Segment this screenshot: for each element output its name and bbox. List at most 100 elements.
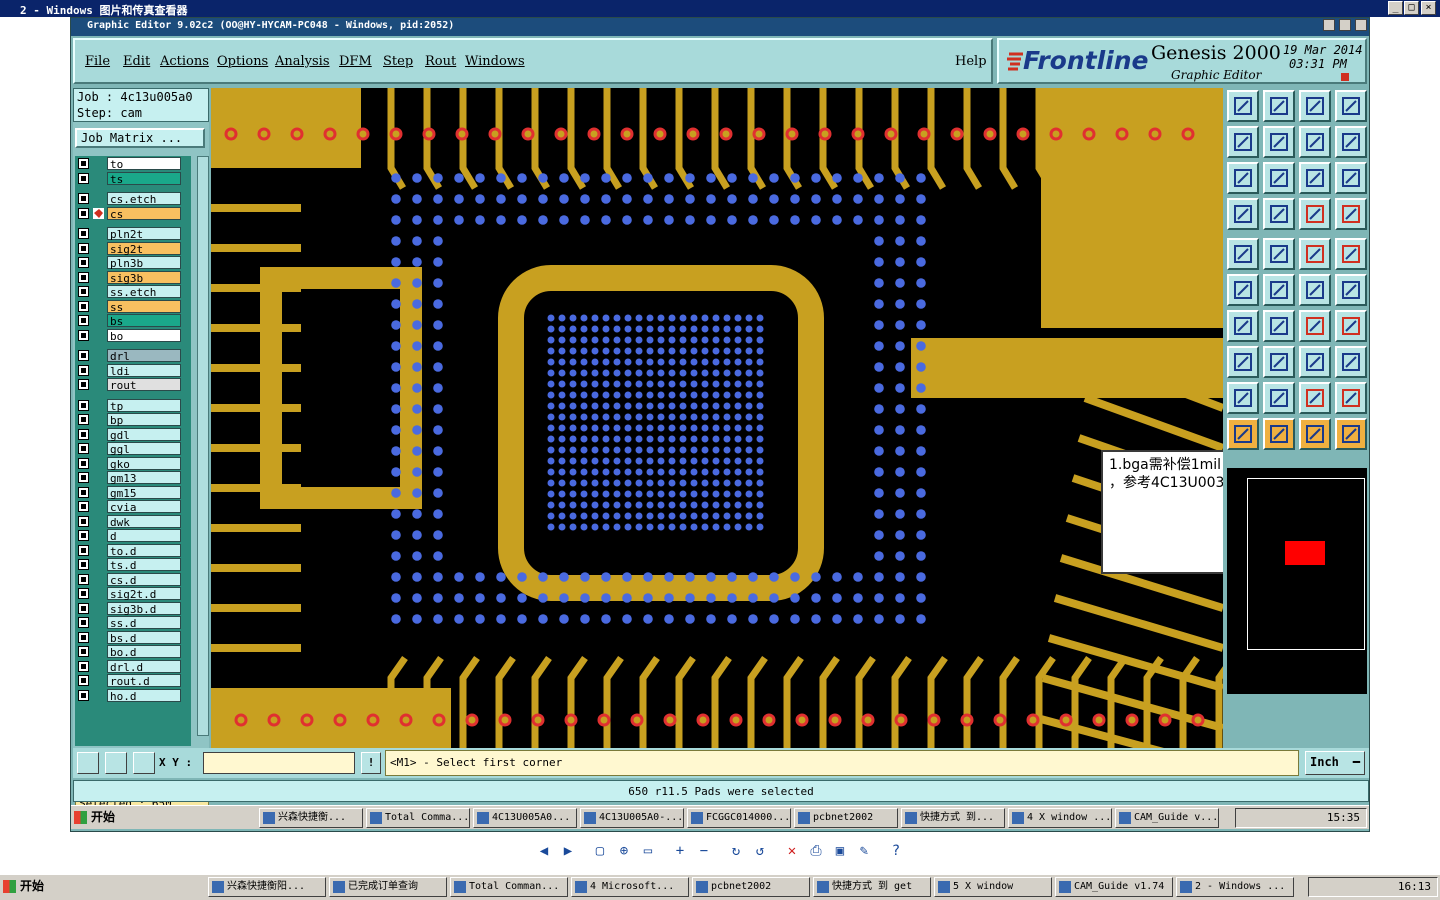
taskbar-item[interactable]: FCGGC014000... [687,808,791,828]
ruler-icon[interactable] [1299,238,1331,270]
menu-rout[interactable]: Rout [425,54,456,69]
overview-view-rect[interactable] [1285,541,1325,565]
layer-checkbox[interactable] [78,501,89,512]
layer-checkbox[interactable] [78,457,89,469]
grid-icon[interactable] [1263,198,1295,230]
layer-checkbox[interactable] [78,443,89,454]
inner-start-button[interactable]: 开始 [71,808,115,828]
next-image-icon[interactable]: ▶ [560,843,576,859]
layer-row[interactable]: sig2t.d [75,587,191,601]
layer-row[interactable]: bs [75,314,191,328]
layer-row[interactable]: cs.etch [75,192,191,206]
layer-row[interactable]: rout.d [75,674,191,688]
layer-row[interactable]: ss.etch [75,285,191,299]
close-button[interactable]: × [1421,1,1436,15]
grid-mode-icon[interactable] [133,752,155,774]
layer-row[interactable]: bp [75,413,191,427]
graphic-canvas[interactable]: 1.bga需补偿1mil，再削间距 ，参考4C13U003A1制作 [211,88,1223,748]
layer-checkbox[interactable] [78,515,89,527]
layer-checkbox[interactable] [78,158,89,169]
rotate-ccw-icon[interactable]: ↺ [752,843,768,859]
rotate-cw-icon[interactable]: ↻ [728,843,744,859]
layer-row[interactable]: sig2t [75,241,191,256]
taskbar-item[interactable]: 兴森快捷衡阳... [208,877,326,897]
layer-row[interactable]: to [75,157,191,171]
layer-row[interactable]: to.d [75,543,191,558]
layer-row[interactable]: pln2t [75,227,191,241]
net-red-icon[interactable] [1299,198,1331,230]
layer-checkbox[interactable] [78,329,89,341]
line-icon[interactable] [1263,310,1295,342]
pcb-layout[interactable] [211,88,1223,748]
layer-row[interactable]: ss [75,299,191,314]
layer-checkbox[interactable] [78,379,89,390]
zoom-area-icon[interactable] [1263,162,1295,194]
layer-checkbox[interactable] [78,573,89,585]
layer-checkbox[interactable] [78,315,89,326]
box-icon[interactable] [1299,346,1331,378]
taskbar-item[interactable]: Total Comman... [450,877,568,897]
layer-row[interactable]: ss.d [75,616,191,630]
layer-row[interactable]: sig3b.d [75,601,191,616]
taskbar-item[interactable]: CAM_Guide v... [1115,808,1219,828]
layer-checkbox[interactable] [78,399,89,411]
taskbar-item[interactable]: Total Comma... [366,808,470,828]
layer-checkbox[interactable] [78,242,89,254]
dash-icon[interactable] [1263,346,1295,378]
layer-row[interactable]: drl.d [75,659,191,674]
measure-icon[interactable] [1227,198,1259,230]
taskbar-item[interactable]: 2 - Windows ... [1176,877,1294,897]
slideshow-icon[interactable]: ▭ [640,843,656,859]
layer-checkbox[interactable] [78,228,89,239]
question-icon[interactable] [1335,162,1367,194]
layer-row[interactable]: dwk [75,514,191,529]
pointer4-icon[interactable] [1335,418,1367,450]
info-icon[interactable]: ! [361,752,381,774]
layer-row[interactable]: ldi [75,363,191,378]
export-icon[interactable] [1227,90,1259,122]
print-icon[interactable]: ⎙ [808,843,824,859]
connect-icon[interactable] [1227,274,1259,306]
prev-image-icon[interactable]: ◀ [536,843,552,859]
delete-icon[interactable]: ✕ [784,843,800,859]
tri3-icon[interactable] [1299,382,1331,414]
taskbar-item[interactable]: 兴森快捷衡... [259,808,363,828]
shape-icon[interactable] [1263,238,1295,270]
xy-input[interactable] [203,752,355,774]
dot-icon[interactable] [1335,238,1367,270]
layer-checkbox[interactable] [78,286,89,297]
layer-checkbox[interactable] [78,486,89,498]
snake-icon[interactable] [1335,126,1367,158]
menu-help[interactable]: Help [955,54,987,69]
layer-row[interactable]: ts.d [75,558,191,572]
taskbar-item[interactable]: 4 Microsoft... [571,877,689,897]
edit-icon[interactable]: ✎ [856,843,872,859]
select-mode-icon[interactable] [77,752,99,774]
angle-icon[interactable] [1227,310,1259,342]
import-icon[interactable] [1263,90,1295,122]
layer-checkbox[interactable] [78,414,89,425]
app-minimize-button[interactable] [1323,19,1335,31]
layer-checkbox[interactable] [78,300,89,312]
layer-checkbox[interactable] [78,350,89,361]
layer-row[interactable]: bo [75,328,191,343]
layer-checkbox[interactable] [78,271,89,283]
layer-checkbox[interactable] [78,193,89,204]
pointer2-icon[interactable] [1263,418,1295,450]
taskbar-item[interactable]: pcbnet2002 [692,877,810,897]
layer-row[interactable]: ggl [75,442,191,456]
arc-icon[interactable] [1299,310,1331,342]
menu-windows[interactable]: Windows [465,54,525,69]
zoom-out-icon[interactable]: − [696,843,712,859]
taskbar-item[interactable]: 4C13U005A0-... [580,808,684,828]
cross-icon[interactable] [1263,274,1295,306]
menu-options[interactable]: Options [217,54,268,69]
layer-row[interactable]: ts [75,171,191,186]
layer-row[interactable]: ho.d [75,688,191,703]
layer-checkbox[interactable] [78,530,89,541]
layer-checkbox[interactable] [78,472,89,483]
pointer3-icon[interactable] [1299,418,1331,450]
add-icon[interactable] [1227,346,1259,378]
layer-row[interactable]: gm13 [75,471,191,485]
layer-row[interactable]: gdl [75,427,191,442]
